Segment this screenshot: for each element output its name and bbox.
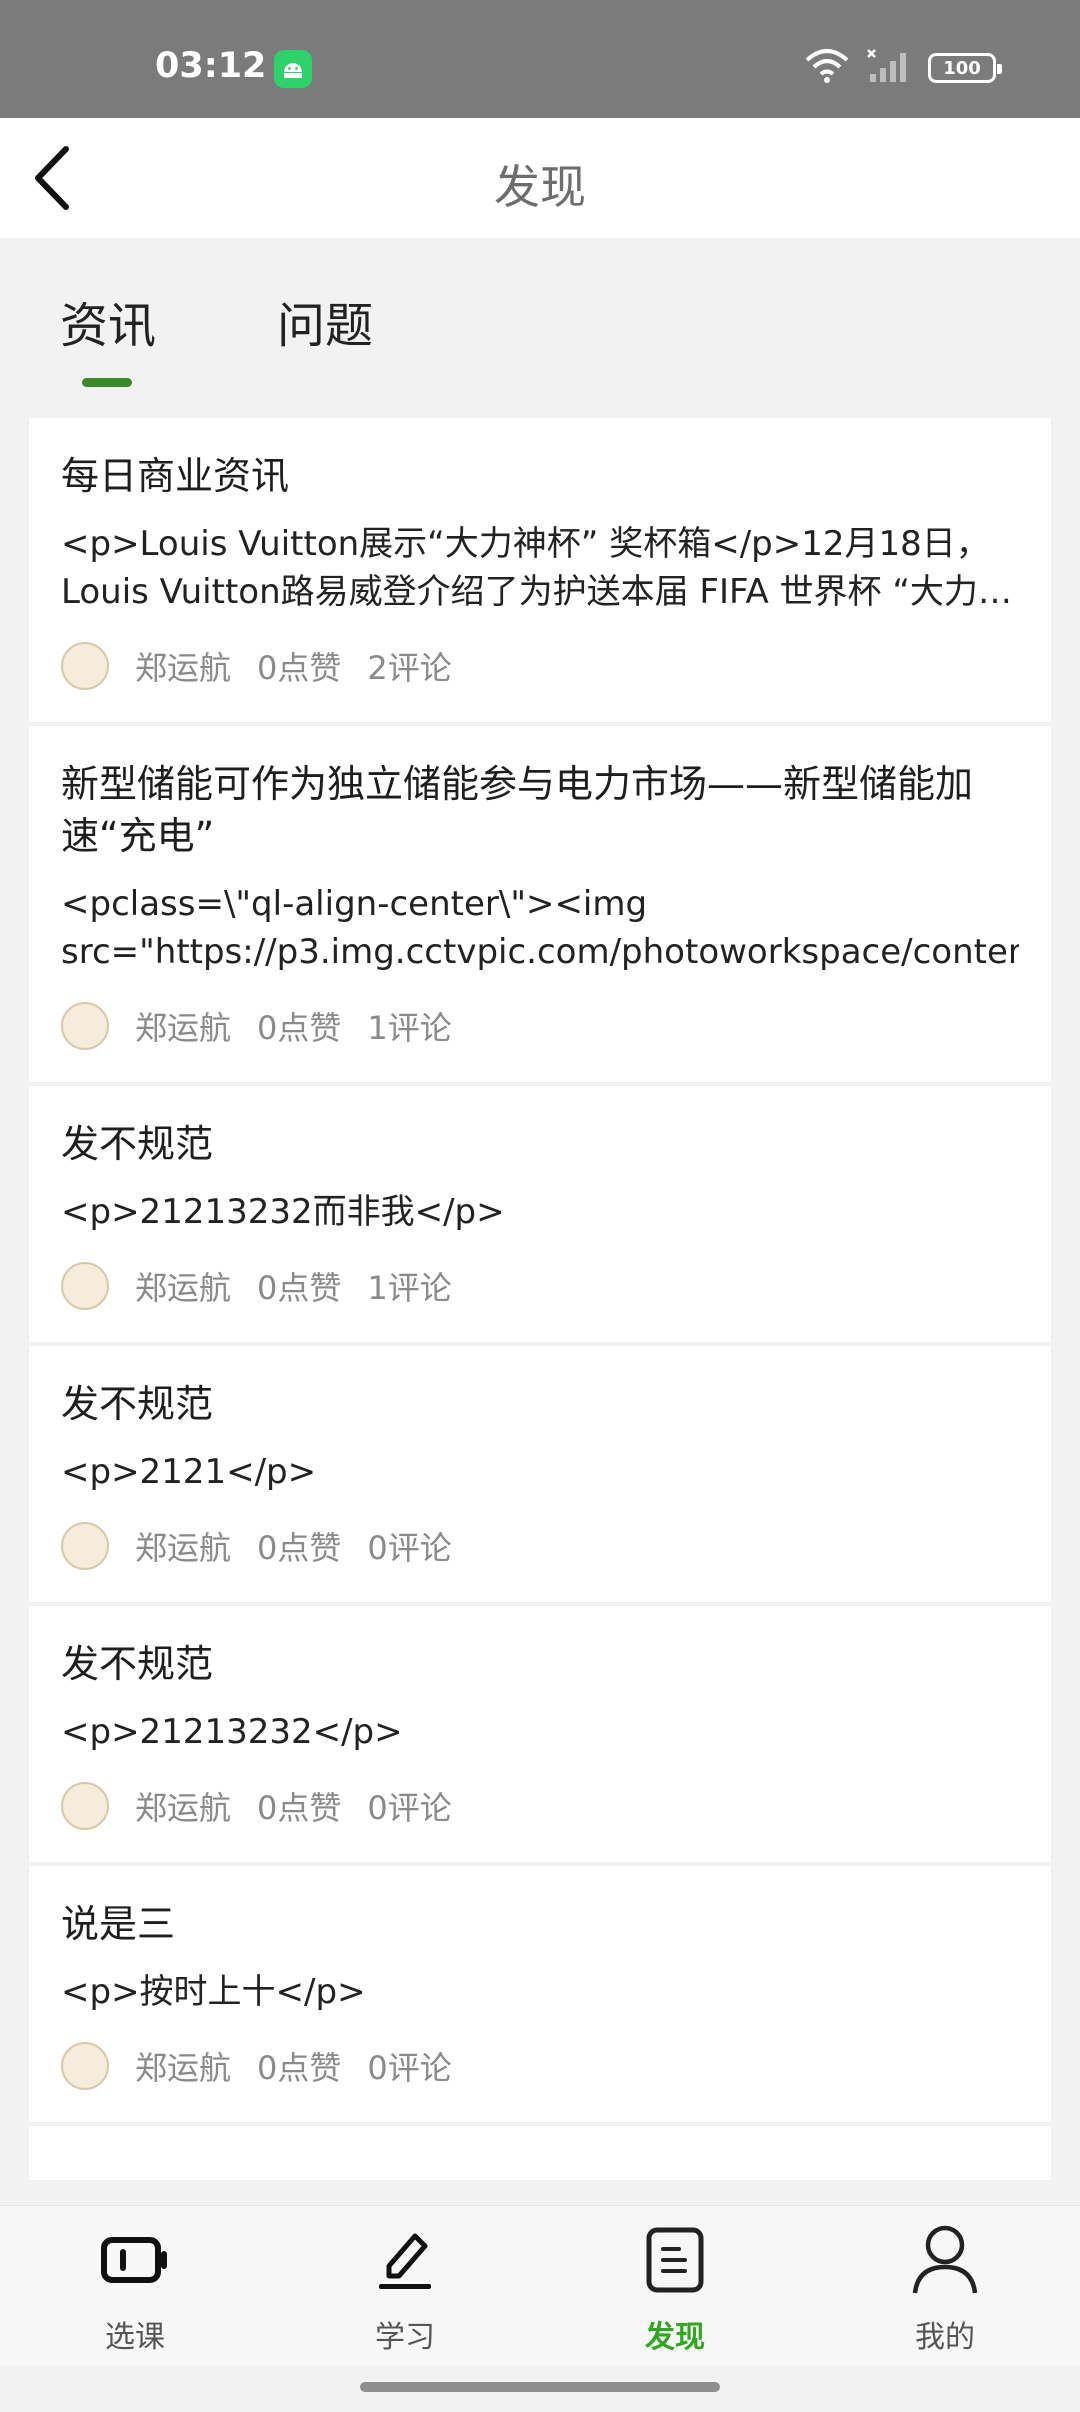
article-title: 发不规范 bbox=[61, 1642, 214, 1686]
list-item[interactable]: 发不规范 <p>21213232</p> 郑运航 0点赞 0评论 bbox=[29, 1606, 1051, 1862]
avatar bbox=[61, 2042, 109, 2090]
article-title: 说是三 bbox=[61, 1902, 176, 1946]
tab-questions[interactable]: 问题 bbox=[277, 286, 373, 356]
article-list[interactable]: 每日商业资讯 <p>Louis Vuitton展示“大力神杯” 奖杯箱</p>1… bbox=[29, 418, 1051, 2180]
article-summary: <p>21213232而非我</p> bbox=[61, 1192, 505, 1232]
article-meta: 郑运航 0点赞 0评论 bbox=[61, 1776, 1019, 1862]
video-icon bbox=[100, 2220, 170, 2300]
avatar bbox=[61, 1262, 109, 1310]
nav-study[interactable]: 学习 bbox=[270, 2206, 540, 2366]
article-summary: <p>按时上十</p> bbox=[61, 1972, 366, 2012]
comment-count: 0评论 bbox=[367, 1529, 452, 1567]
home-indicator[interactable] bbox=[360, 2382, 720, 2392]
comment-count: 1评论 bbox=[367, 1269, 452, 1307]
page-title: 发现 bbox=[494, 160, 586, 214]
like-count: 0点赞 bbox=[257, 1789, 342, 1827]
list-item[interactable] bbox=[29, 2126, 1051, 2180]
battery-level: 100 bbox=[943, 57, 981, 79]
article-summary: <p>21213232</p> bbox=[61, 1712, 403, 1752]
article-summary: <p>Louis Vuitton展示“大力神杯” 奖杯箱</p>12月18日，L… bbox=[61, 524, 1012, 612]
nav-discover[interactable]: 发现 bbox=[540, 2206, 810, 2366]
avatar bbox=[61, 1782, 109, 1830]
author-name: 郑运航 bbox=[135, 649, 232, 687]
wifi-icon bbox=[804, 48, 850, 88]
header-bar: 发现 bbox=[0, 118, 1080, 238]
person-icon bbox=[910, 2220, 980, 2300]
nav-profile[interactable]: 我的 bbox=[810, 2206, 1080, 2366]
article-title: 每日商业资讯 bbox=[61, 454, 290, 498]
tab-bar: 资讯 问题 bbox=[0, 238, 1080, 418]
nav-label: 我的 bbox=[915, 2320, 975, 2355]
article-summary: <pclass=\"ql-align-center\"><img src="ht… bbox=[61, 884, 1019, 972]
android-icon bbox=[274, 50, 312, 88]
like-count: 0点赞 bbox=[257, 1269, 342, 1307]
article-meta: 郑运航 0点赞 1评论 bbox=[61, 1256, 1019, 1342]
avatar bbox=[61, 642, 109, 690]
bottom-nav: 选课 学习 发现 我的 bbox=[0, 2205, 1080, 2365]
signal-icon bbox=[866, 48, 912, 88]
app-screen: 03:12 100 发现 资讯 问题 每日商业资讯 <p>Louis Vuitt… bbox=[0, 0, 1080, 2412]
author-name: 郑运航 bbox=[135, 1529, 232, 1567]
list-item[interactable]: 新型储能可作为独立储能参与电力市场——新型储能加速“充电” <pclass=\"… bbox=[29, 726, 1051, 1082]
article-summary: <p>2121</p> bbox=[61, 1452, 317, 1492]
status-icons: 100 bbox=[804, 48, 1002, 88]
author-name: 郑运航 bbox=[135, 1009, 232, 1047]
like-count: 0点赞 bbox=[257, 1529, 342, 1567]
article-title: 发不规范 bbox=[61, 1382, 214, 1426]
article-meta: 郑运航 0点赞 0评论 bbox=[61, 2036, 1019, 2122]
avatar bbox=[61, 1002, 109, 1050]
article-meta: 郑运航 0点赞 0评论 bbox=[61, 1516, 1019, 1602]
like-count: 0点赞 bbox=[257, 2049, 342, 2087]
nav-course-selection[interactable]: 选课 bbox=[0, 2206, 270, 2366]
document-icon bbox=[645, 2220, 705, 2300]
like-count: 0点赞 bbox=[257, 649, 342, 687]
nav-label: 发现 bbox=[645, 2320, 705, 2355]
nav-label: 选课 bbox=[105, 2320, 165, 2355]
pen-icon bbox=[375, 2220, 435, 2300]
active-tab-indicator bbox=[82, 378, 132, 387]
article-meta: 郑运航 0点赞 2评论 bbox=[61, 636, 1019, 722]
list-item[interactable]: 说是三 <p>按时上十</p> 郑运航 0点赞 0评论 bbox=[29, 1866, 1051, 2122]
comment-count: 0评论 bbox=[367, 1789, 452, 1827]
article-meta: 郑运航 0点赞 1评论 bbox=[61, 996, 1019, 1082]
author-name: 郑运航 bbox=[135, 1789, 232, 1827]
battery-icon: 100 bbox=[928, 53, 1002, 83]
status-time: 03:12 bbox=[155, 46, 267, 86]
comment-count: 1评论 bbox=[367, 1009, 452, 1047]
list-item[interactable]: 发不规范 <p>21213232而非我</p> 郑运航 0点赞 1评论 bbox=[29, 1086, 1051, 1342]
comment-count: 0评论 bbox=[367, 2049, 452, 2087]
nav-label: 学习 bbox=[375, 2320, 435, 2355]
avatar bbox=[61, 1522, 109, 1570]
list-item[interactable]: 发不规范 <p>2121</p> 郑运航 0点赞 0评论 bbox=[29, 1346, 1051, 1602]
author-name: 郑运航 bbox=[135, 2049, 232, 2087]
comment-count: 2评论 bbox=[367, 649, 452, 687]
status-bar: 03:12 100 bbox=[0, 0, 1080, 118]
like-count: 0点赞 bbox=[257, 1009, 342, 1047]
author-name: 郑运航 bbox=[135, 1269, 232, 1307]
list-item[interactable]: 每日商业资讯 <p>Louis Vuitton展示“大力神杯” 奖杯箱</p>1… bbox=[29, 418, 1051, 722]
article-title: 新型储能可作为独立储能参与电力市场——新型储能加速“充电” bbox=[61, 762, 974, 858]
tab-news[interactable]: 资讯 bbox=[60, 286, 156, 356]
article-title: 发不规范 bbox=[61, 1122, 214, 1166]
